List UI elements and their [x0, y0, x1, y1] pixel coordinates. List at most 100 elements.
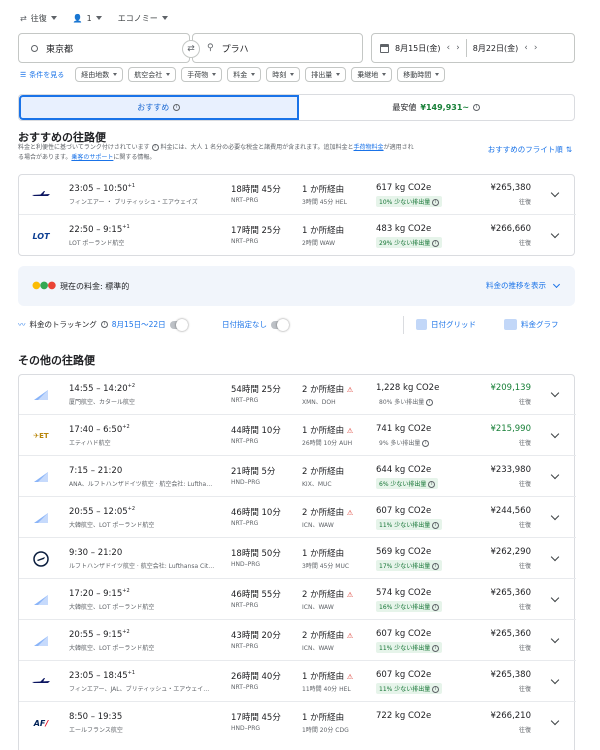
trip-options-bar: ⇄ 往復 👤 1 エコノミー: [20, 10, 168, 26]
filter-chip-bags[interactable]: 手荷物: [181, 67, 223, 82]
stops-text: 2 か所経由: [302, 385, 345, 395]
tab-cheapest[interactable]: 最安値 ¥149,931~ i: [299, 95, 575, 120]
info-icon[interactable]: i: [422, 440, 430, 447]
filter-chip-price[interactable]: 料金: [227, 67, 262, 82]
flight-row[interactable]: LOT 22:50 – 9:15+1 LOT ポーランド航空 17時間 25分 NRT–…: [19, 216, 576, 256]
tab-best[interactable]: おすすめ i: [19, 95, 299, 120]
all-filters-label: 条件を見る: [29, 70, 65, 79]
passenger-assistance-link[interactable]: 乗客のサポート: [71, 154, 113, 161]
layover-detail: 2時間 WAW: [302, 240, 336, 247]
expand-chevron-icon[interactable]: [550, 188, 560, 198]
info-icon[interactable]: i: [432, 522, 440, 529]
sort-button[interactable]: おすすめのフライト順 ⇅: [488, 144, 572, 155]
info-icon[interactable]: i: [432, 604, 440, 611]
next-date-icon[interactable]: ›: [456, 43, 460, 53]
next-date-icon[interactable]: ›: [534, 43, 538, 53]
expand-chevron-icon[interactable]: [550, 675, 560, 685]
swap-cities-button[interactable]: ⇄: [182, 40, 200, 58]
cabin-select[interactable]: エコノミー: [118, 13, 168, 24]
date-field[interactable]: 8月15日(金) ‹ › 8月22日(金) ‹ ›: [371, 33, 575, 63]
price-history-button[interactable]: 料金の推移を表示: [486, 280, 561, 291]
warning-icon: ⚠: [346, 632, 354, 640]
flight-route: NRT–PRG: [231, 520, 259, 527]
emission-text: 80% 多い排出量: [379, 399, 425, 406]
flight-duration: 18時間 45分: [231, 185, 281, 195]
times-text: 17:40 – 6:50: [69, 424, 123, 435]
flight-row[interactable]: ✈ET 17:40 – 6:50+2 エティハド航空 44時間 10分 NRT–PRG 1…: [19, 416, 576, 456]
flight-stops: 2 か所経由 ⚠: [302, 588, 353, 600]
expand-chevron-icon[interactable]: [550, 470, 560, 480]
baggage-fees-link[interactable]: 手荷物料金: [354, 144, 384, 151]
filter-chip-stops[interactable]: 経由地数: [75, 67, 124, 82]
flight-times: 9:30 – 21:20: [69, 547, 122, 558]
passenger-select[interactable]: 👤 1: [73, 14, 102, 23]
trip-type-select[interactable]: ⇄ 往復: [20, 13, 57, 24]
trip-type-note: 往復: [518, 399, 531, 406]
flight-row[interactable]: 23:05 – 10:50+1 フィンエアー ・ ブリティッシュ・エアウェイズ 18…: [19, 175, 576, 215]
airline-logo-icon: [31, 674, 51, 690]
filter-chip-duration[interactable]: 移動時間: [397, 67, 446, 82]
info-icon[interactable]: i: [432, 199, 440, 206]
flight-duration: 46時間 55分: [231, 590, 281, 600]
tracking-toggle[interactable]: [169, 318, 188, 331]
info-icon[interactable]: i: [432, 563, 440, 570]
emission-text: 6% 少ない排出量: [379, 481, 427, 488]
flight-route: NRT–PRG: [231, 602, 259, 609]
flight-row[interactable]: 23:05 – 18:45+1 フィンエアー、JAL、ブリティッシュ・エアウェイ……: [19, 662, 576, 702]
emission-badge: 10% 少ない排出量 i: [376, 196, 443, 207]
times-text: 23:05 – 18:45: [69, 670, 128, 681]
flight-row[interactable]: 9:30 – 21:20 ルフトハンザドイツ航空 · 航空会社: Lufthans…: [19, 539, 576, 579]
caret-down-icon: [95, 16, 102, 20]
filter-chip-emissions[interactable]: 排出量: [305, 67, 347, 82]
info-icon[interactable]: i: [432, 645, 440, 652]
trip-type-note: 往復: [518, 686, 531, 693]
info-icon[interactable]: i: [428, 481, 436, 488]
expand-chevron-icon[interactable]: [550, 229, 560, 239]
return-date[interactable]: 8月22日(金): [473, 43, 519, 54]
times-text: 9:30 – 21:20: [69, 547, 123, 558]
flight-row[interactable]: 20:55 – 9:15+2 大韓航空、LOT ポーランド航空 43時間 20分 NR…: [19, 621, 576, 661]
flight-duration: 18時間 50分: [231, 549, 281, 559]
expand-chevron-icon[interactable]: [550, 429, 560, 439]
stops-text: 2 か所経由: [302, 508, 345, 518]
price-graph-button[interactable]: 料金グラフ: [504, 319, 559, 330]
flight-duration: 17時間 45分: [231, 713, 281, 723]
expand-chevron-icon[interactable]: [550, 388, 560, 398]
co2-emissions: 741 kg CO2e: [376, 424, 432, 434]
info-icon[interactable]: i: [432, 240, 440, 247]
expand-chevron-icon[interactable]: [550, 716, 560, 726]
flight-price: ¥209,139: [490, 383, 531, 393]
flight-row[interactable]: 17:20 – 9:15+2 大韓航空、LOT ポーランド航空 46時間 55分 NR…: [19, 580, 576, 620]
any-dates-toggle[interactable]: [271, 318, 289, 331]
flight-row[interactable]: 7:15 – 21:20 ANA、ルフトハンザドイツ航空 · 航空会社: Luft…: [19, 457, 576, 497]
info-icon[interactable]: i: [151, 144, 159, 151]
info-icon[interactable]: i: [473, 104, 481, 111]
date-grid-button[interactable]: 日付グリッド: [416, 319, 476, 330]
prev-date-icon[interactable]: ‹: [524, 43, 528, 53]
info-icon[interactable]: i: [432, 686, 440, 693]
prev-date-icon[interactable]: ‹: [447, 43, 451, 53]
expand-chevron-icon[interactable]: [550, 552, 560, 562]
expand-chevron-icon[interactable]: [550, 634, 560, 644]
info-icon[interactable]: i: [426, 399, 434, 406]
destination-field[interactable]: ⚲ プラハ: [192, 33, 363, 63]
filter-chip-connecting[interactable]: 乗継地: [351, 67, 393, 82]
co2-emissions: 1,228 kg CO2e: [376, 383, 440, 393]
depart-date[interactable]: 8月15日(金): [395, 43, 441, 54]
flight-row[interactable]: 20:55 – 12:05+2 大韓航空、LOT ポーランド航空 46時間 10分 N…: [19, 498, 576, 538]
info-icon[interactable]: i: [173, 104, 181, 111]
all-filters-button[interactable]: ☰ 条件を見る: [20, 70, 64, 80]
filter-chip-times[interactable]: 時刻: [266, 67, 301, 82]
emission-badge: 29% 少ない排出量 i: [376, 237, 443, 248]
info-icon[interactable]: i: [100, 321, 108, 328]
expand-chevron-icon[interactable]: [550, 511, 560, 521]
flight-row[interactable]: AF/8:50 – 19:35 エールフランス航空 17時間 45分 HND–PRG 1…: [19, 703, 576, 743]
caret-down-icon: [382, 73, 387, 76]
expand-chevron-icon[interactable]: [550, 593, 560, 603]
filter-chip-airlines[interactable]: 航空会社: [128, 67, 177, 82]
layover-detail: ICN、WAW: [302, 645, 334, 652]
origin-field[interactable]: 東京都: [18, 33, 190, 63]
airline-name: ANA、ルフトハンザドイツ航空 · 航空会社: Luftha…: [69, 481, 213, 488]
flight-row[interactable]: 14:55 – 14:20+2 厦門航空、カタール航空 54時間 25分 NRT–PR…: [19, 375, 576, 415]
flight-price: ¥265,380: [490, 670, 531, 680]
